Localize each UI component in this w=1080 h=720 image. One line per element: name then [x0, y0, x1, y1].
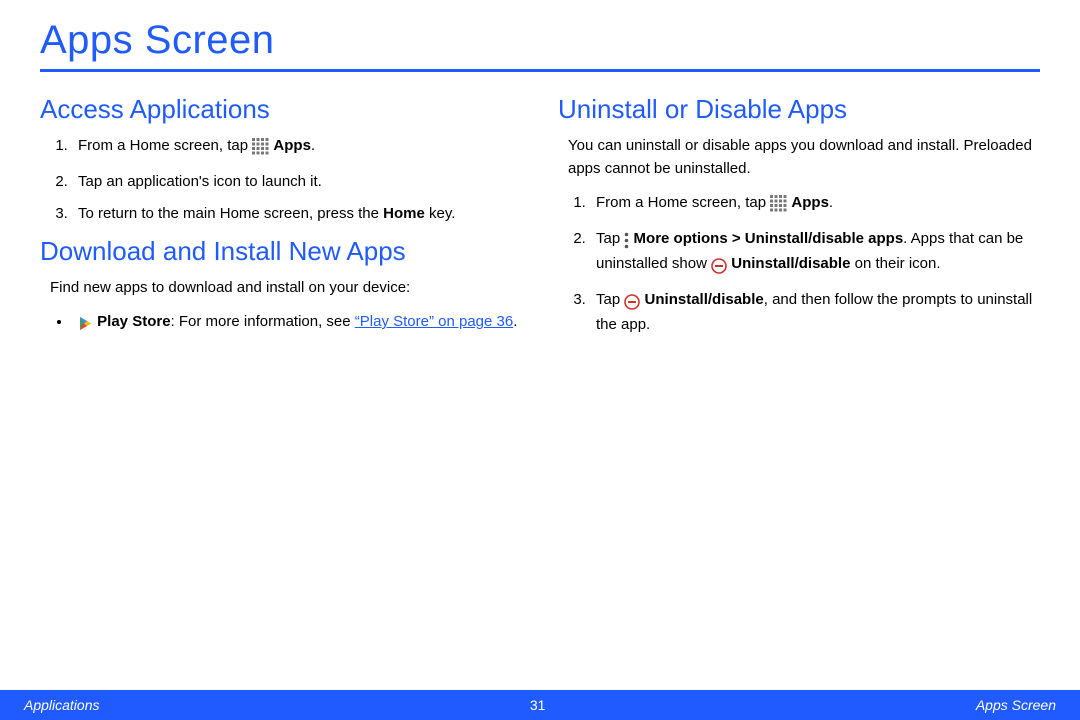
text: : For more information, see [171, 313, 355, 330]
page-title: Apps Screen [40, 18, 1040, 72]
list-item: Tap Uninstall/disable, and then follow t… [590, 289, 1040, 337]
heading-access-applications: Access Applications [40, 94, 522, 125]
list-item: Tap More options > Uninstall/disable app… [590, 228, 1040, 279]
footer-page-number: 31 [530, 697, 546, 713]
text: . [513, 313, 517, 330]
list-item: To return to the main Home screen, press… [72, 203, 522, 226]
text-bold: Home [383, 205, 425, 222]
heading-download-install: Download and Install New Apps [40, 236, 522, 267]
page: Apps Screen Access Applications From a H… [0, 0, 1080, 720]
apps-grid-icon [770, 195, 787, 218]
text: on their icon. [850, 255, 940, 272]
uninstall-steps-list: From a Home screen, tap Apps. Tap More o… [568, 192, 1040, 337]
text: To return to the main Home screen, press… [78, 205, 383, 222]
more-options-icon [624, 231, 629, 254]
right-column: Uninstall or Disable Apps You can uninst… [558, 86, 1040, 347]
columns: Access Applications From a Home screen, … [40, 86, 1040, 347]
text: From a Home screen, tap [596, 194, 770, 211]
text: Tap an application's icon to launch it. [78, 173, 322, 190]
footer-topic: Apps Screen [976, 697, 1056, 713]
text: Tap [596, 230, 624, 247]
link-play-store-page[interactable]: “Play Store” on page 36 [355, 313, 513, 330]
text: . [829, 194, 833, 211]
uninstall-intro: You can uninstall or disable apps you do… [568, 135, 1040, 180]
uninstall-minus-icon [711, 256, 727, 279]
access-steps-list: From a Home screen, tap Apps. Tap an app… [50, 135, 522, 226]
uninstall-minus-icon [624, 292, 640, 315]
text-bold: Uninstall/disable [731, 255, 850, 272]
left-column: Access Applications From a Home screen, … [40, 86, 522, 347]
heading-uninstall-disable: Uninstall or Disable Apps [558, 94, 1040, 125]
list-item: From a Home screen, tap Apps. [590, 192, 1040, 218]
text-bold: Uninstall/disable [645, 291, 764, 308]
page-footer: Applications 31 Apps Screen [0, 690, 1080, 720]
text: key. [425, 205, 456, 222]
download-intro: Find new apps to download and install on… [50, 277, 522, 300]
text: From a Home screen, tap [78, 137, 252, 154]
text-bold: More options > Uninstall/disable apps [634, 230, 904, 247]
play-store-icon [78, 314, 93, 337]
list-item: Tap an application's icon to launch it. [72, 171, 522, 194]
list-item: Play Store: For more information, see “P… [72, 311, 522, 337]
download-bullets: Play Store: For more information, see “P… [50, 311, 522, 337]
apps-grid-icon [252, 138, 269, 161]
text-bold: Play Store [97, 313, 170, 330]
text-bold: Apps [273, 137, 311, 154]
list-item: From a Home screen, tap Apps. [72, 135, 522, 161]
footer-section: Applications [24, 697, 100, 713]
text: . [311, 137, 315, 154]
text-bold: Apps [791, 194, 829, 211]
text: Tap [596, 291, 624, 308]
